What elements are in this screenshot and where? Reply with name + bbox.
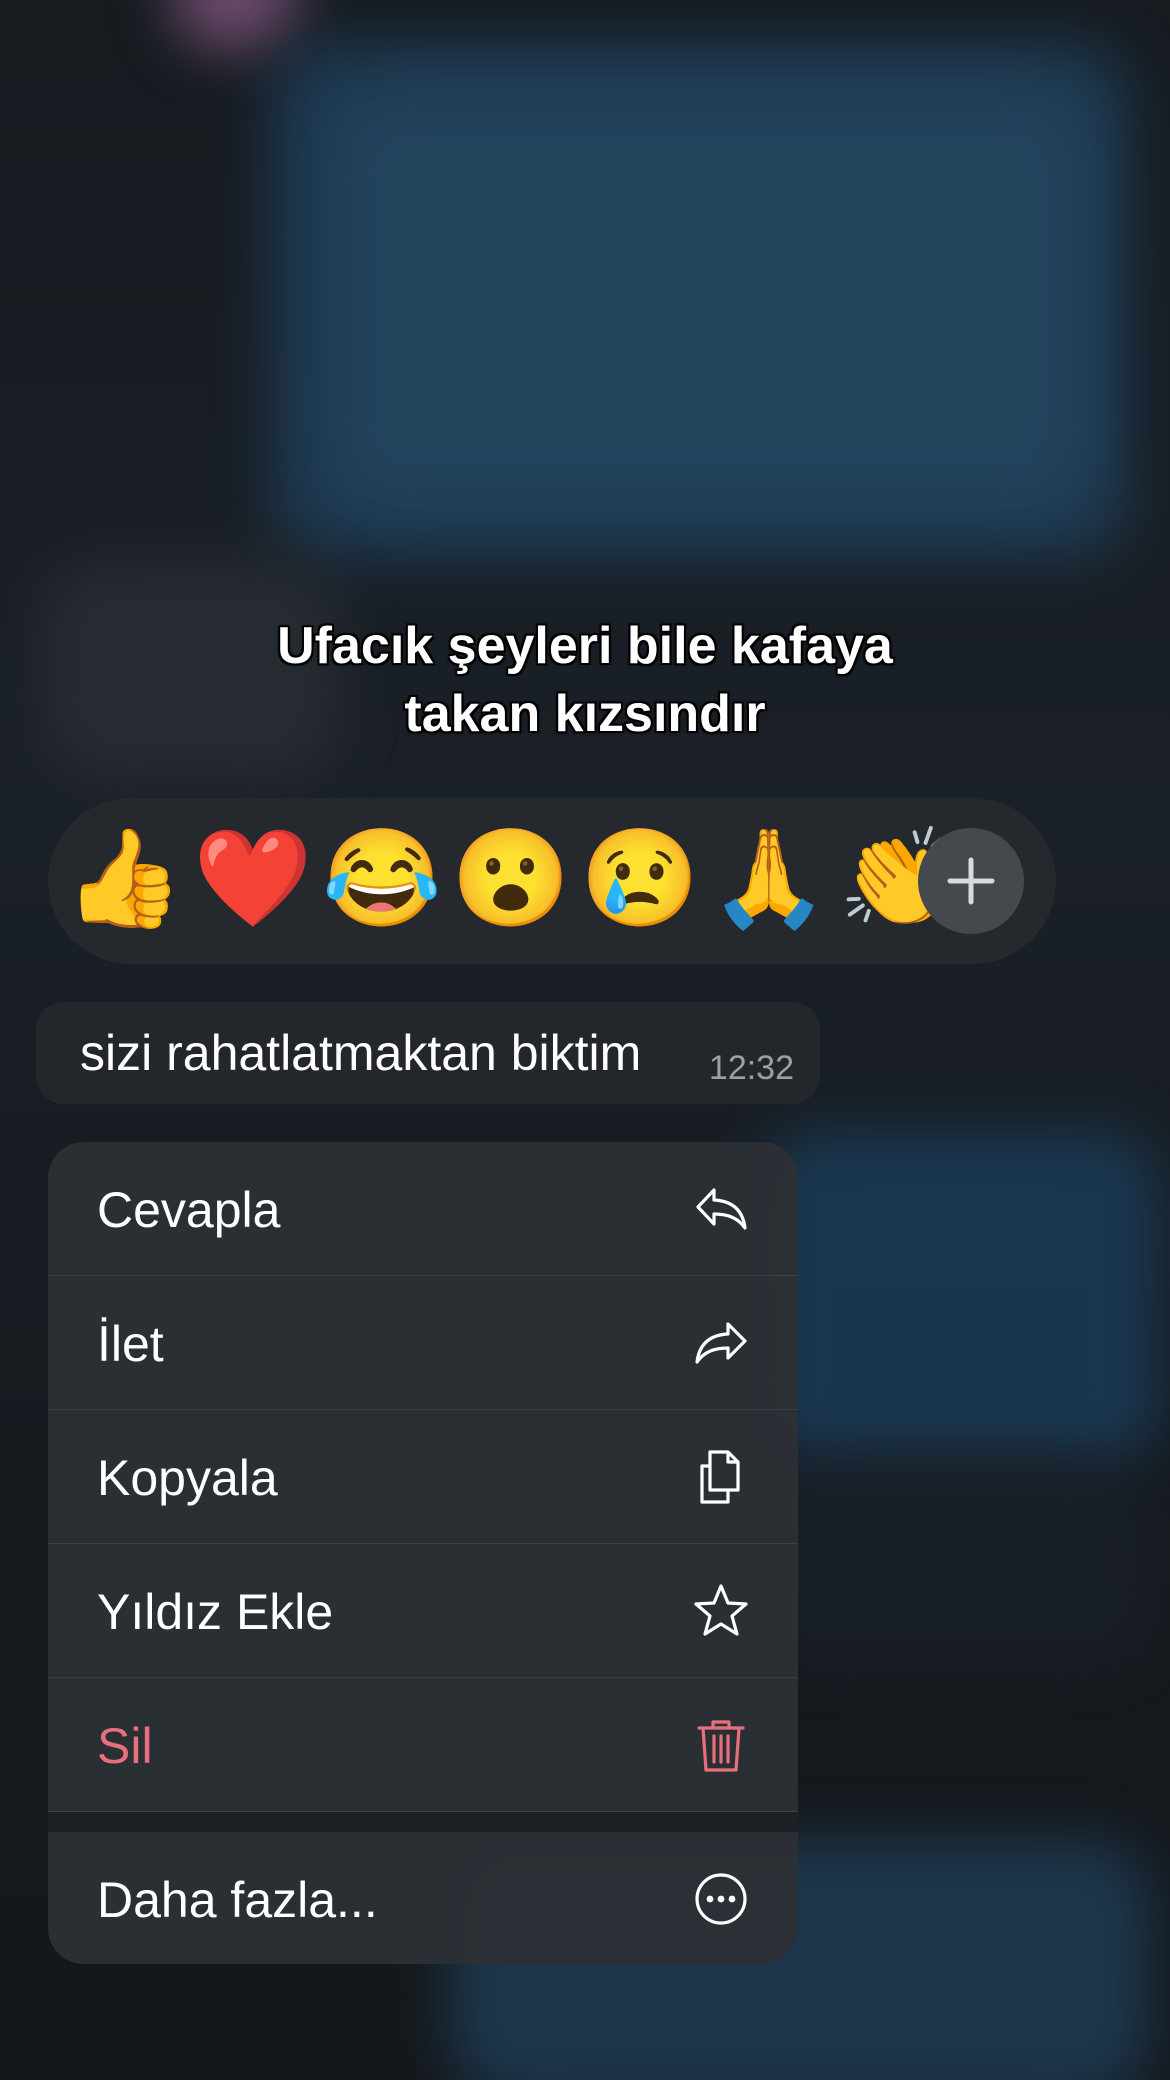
menu-item-label: Yıldız Ekle	[97, 1584, 334, 1640]
blurred-background	[760, 1130, 1160, 1470]
more-icon	[695, 1873, 747, 1925]
message-timestamp: 12:32	[708, 1049, 794, 1087]
plus-icon	[947, 857, 995, 905]
blurred-background	[170, 0, 300, 50]
menu-item-label: Kopyala	[97, 1450, 278, 1506]
caption-line: Ufacık şeyleri bile kafaya	[277, 617, 893, 675]
menu-item-label: İlet	[97, 1316, 164, 1372]
menu-item-label: Cevapla	[97, 1182, 281, 1238]
reaction-thumbs-up[interactable]: 👍	[64, 824, 184, 934]
video-caption: Ufacık şeyleri bile kafaya takan kızsınd…	[0, 612, 1170, 748]
blurred-background	[330, 90, 1090, 510]
copy-icon	[700, 1450, 740, 1504]
trash-icon	[697, 1720, 745, 1772]
menu-item-label: Sil	[97, 1718, 153, 1774]
menu-item-copy[interactable]: Kopyala	[48, 1410, 798, 1544]
menu-item-delete[interactable]: Sil	[48, 1678, 798, 1812]
reaction-praying-hands[interactable]: 🙏	[709, 824, 829, 934]
menu-item-forward[interactable]: İlet	[48, 1276, 798, 1410]
add-reaction-button[interactable]	[918, 828, 1024, 934]
caption-line: takan kızsındır	[404, 685, 766, 743]
reaction-laughing[interactable]: 😂	[322, 824, 442, 934]
menu-separator	[48, 1812, 798, 1832]
blurred-background	[760, 1460, 1150, 1660]
reaction-heart[interactable]: ❤️	[193, 824, 313, 934]
star-icon	[694, 1584, 748, 1636]
reaction-surprised[interactable]: 😮	[451, 824, 571, 934]
menu-item-more[interactable]: Daha fazla...	[48, 1832, 798, 1964]
forward-icon	[695, 1322, 747, 1364]
context-menu-overlay: Ufacık şeyleri bile kafaya takan kızsınd…	[0, 0, 1170, 2080]
message-text: sizi rahatlatmaktan biktim	[80, 1025, 642, 1081]
menu-item-star[interactable]: Yıldız Ekle	[48, 1544, 798, 1678]
message-bubble[interactable]: sizi rahatlatmaktan biktim 12:32	[36, 1002, 820, 1104]
context-menu: Cevapla İlet Kopyala Yıldız Ekle Sil Dah…	[48, 1142, 798, 1964]
menu-item-label: Daha fazla...	[97, 1872, 378, 1928]
reaction-crying[interactable]: 😢	[580, 824, 700, 934]
menu-item-reply[interactable]: Cevapla	[48, 1142, 798, 1276]
reaction-bar: 👍 ❤️ 😂 😮 😢 🙏 👏	[48, 798, 1056, 964]
reply-icon	[696, 1188, 747, 1230]
